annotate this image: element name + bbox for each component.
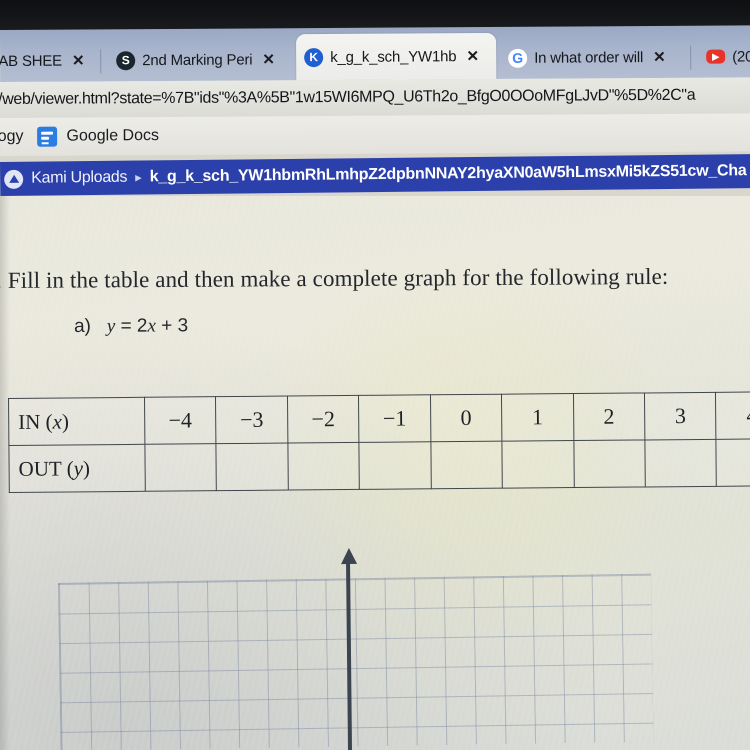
- screenshot-root: LAB SHEE ✕ S 2nd Marking Peri ✕ K k_g_k_…: [0, 0, 750, 750]
- bookmarks-bar: logy Google Docs: [0, 113, 750, 156]
- bookmark-label: logy: [0, 127, 24, 146]
- tab-title: (20: [732, 47, 750, 66]
- in-out-table-wrapper: IN (x) −4 −3 −2 −1 0 1 2 3 4 OUT (y): [8, 391, 750, 493]
- row-header-out: OUT (y): [8, 444, 146, 493]
- out-cell-0[interactable]: [144, 443, 217, 492]
- row-header-in: IN (x): [8, 397, 145, 446]
- browser-tab-strip: LAB SHEE ✕ S 2nd Marking Peri ✕ K k_g_k_…: [0, 25, 750, 82]
- tab-title: In what order will: [534, 48, 644, 67]
- breadcrumb-root[interactable]: Kami Uploads: [31, 169, 127, 188]
- kami-logo-icon: [4, 169, 24, 189]
- skype-icon: S: [116, 50, 136, 70]
- equation-variable-y: y: [106, 315, 116, 337]
- in-cell-6[interactable]: 2: [573, 392, 645, 441]
- in-cell-5[interactable]: 1: [501, 393, 574, 442]
- bookmark-label: Google Docs: [66, 127, 160, 145]
- browser-tab-2-active[interactable]: K k_g_k_sch_YW1hb ✕: [296, 32, 497, 81]
- coordinate-grid: [58, 573, 654, 750]
- out-cell-1[interactable]: [216, 443, 289, 491]
- tab-close-icon[interactable]: ✕: [653, 48, 666, 66]
- part-label: a): [74, 315, 92, 337]
- breadcrumb-file-name: k_g_k_sch_YW1hbmRhLmhpZ2dpbnNNAY2hyaXN0a…: [149, 162, 747, 186]
- breadcrumb-separator-icon: ▸: [135, 169, 142, 185]
- equation-variable-x: x: [147, 315, 156, 337]
- tab-close-icon[interactable]: ✕: [72, 51, 85, 69]
- out-cell-3[interactable]: [359, 441, 431, 490]
- question-prompt: . Fill in the table and then make a comp…: [0, 263, 669, 293]
- kami-icon: K: [304, 47, 324, 67]
- in-cell-1[interactable]: −3: [215, 396, 288, 444]
- tab-separator: [690, 45, 692, 70]
- kami-breadcrumb-bar: Kami Uploads ▸ k_g_k_sch_YW1hbmRhLmhpZ2d…: [0, 154, 750, 196]
- in-out-table: IN (x) −4 −3 −2 −1 0 1 2 3 4 OUT (y): [8, 391, 750, 493]
- equation-line-a: a) y = 2x + 3: [74, 315, 188, 338]
- bookmark-item-google-docs[interactable]: Google Docs: [37, 126, 159, 147]
- in-cell-4[interactable]: 0: [430, 394, 503, 442]
- in-cell-7[interactable]: 3: [644, 392, 717, 440]
- url-text: /web/viewer.html?state=%7B"ids"%3A%5B"1w…: [0, 86, 696, 109]
- tab-title: LAB SHEE: [0, 52, 63, 70]
- bookmark-item-logy[interactable]: logy: [0, 128, 24, 146]
- google-icon: G: [508, 48, 528, 68]
- tab-close-icon[interactable]: ✕: [262, 50, 275, 68]
- out-cell-8[interactable]: [716, 438, 750, 487]
- tab-title: k_g_k_sch_YW1hb: [330, 47, 457, 66]
- google-docs-icon: [37, 126, 58, 147]
- tab-close-icon[interactable]: ✕: [466, 47, 479, 65]
- address-bar[interactable]: /web/viewer.html?state=%7B"ids"%3A%5B"1w…: [0, 77, 750, 118]
- in-cell-3[interactable]: −1: [358, 394, 431, 443]
- browser-tab-0[interactable]: LAB SHEE ✕: [0, 39, 100, 82]
- tab-separator: [100, 49, 102, 74]
- out-cell-5[interactable]: [502, 440, 574, 489]
- out-cell-7[interactable]: [644, 439, 717, 487]
- equation-operator: = 2: [115, 315, 148, 337]
- browser-tab-3[interactable]: G In what order will ✕: [500, 36, 688, 79]
- table-row-out: OUT (y): [8, 438, 750, 493]
- equation-constant: + 3: [155, 315, 189, 337]
- out-cell-4[interactable]: [430, 441, 503, 489]
- y-axis-arrow-icon: [340, 547, 358, 565]
- out-cell-6[interactable]: [573, 439, 646, 488]
- tab-title: 2nd Marking Peri: [142, 50, 253, 69]
- in-cell-2[interactable]: −2: [287, 395, 360, 444]
- in-cell-0[interactable]: −4: [144, 396, 217, 445]
- browser-tab-4[interactable]: ▶ (20: [698, 35, 750, 77]
- browser-tab-1[interactable]: S 2nd Marking Peri ✕: [108, 38, 293, 81]
- youtube-icon: ▶: [706, 49, 726, 64]
- table-row-in: IN (x) −4 −3 −2 −1 0 1 2 3 4: [8, 391, 750, 446]
- in-cell-8[interactable]: 4: [715, 391, 750, 440]
- out-cell-2[interactable]: [287, 442, 360, 491]
